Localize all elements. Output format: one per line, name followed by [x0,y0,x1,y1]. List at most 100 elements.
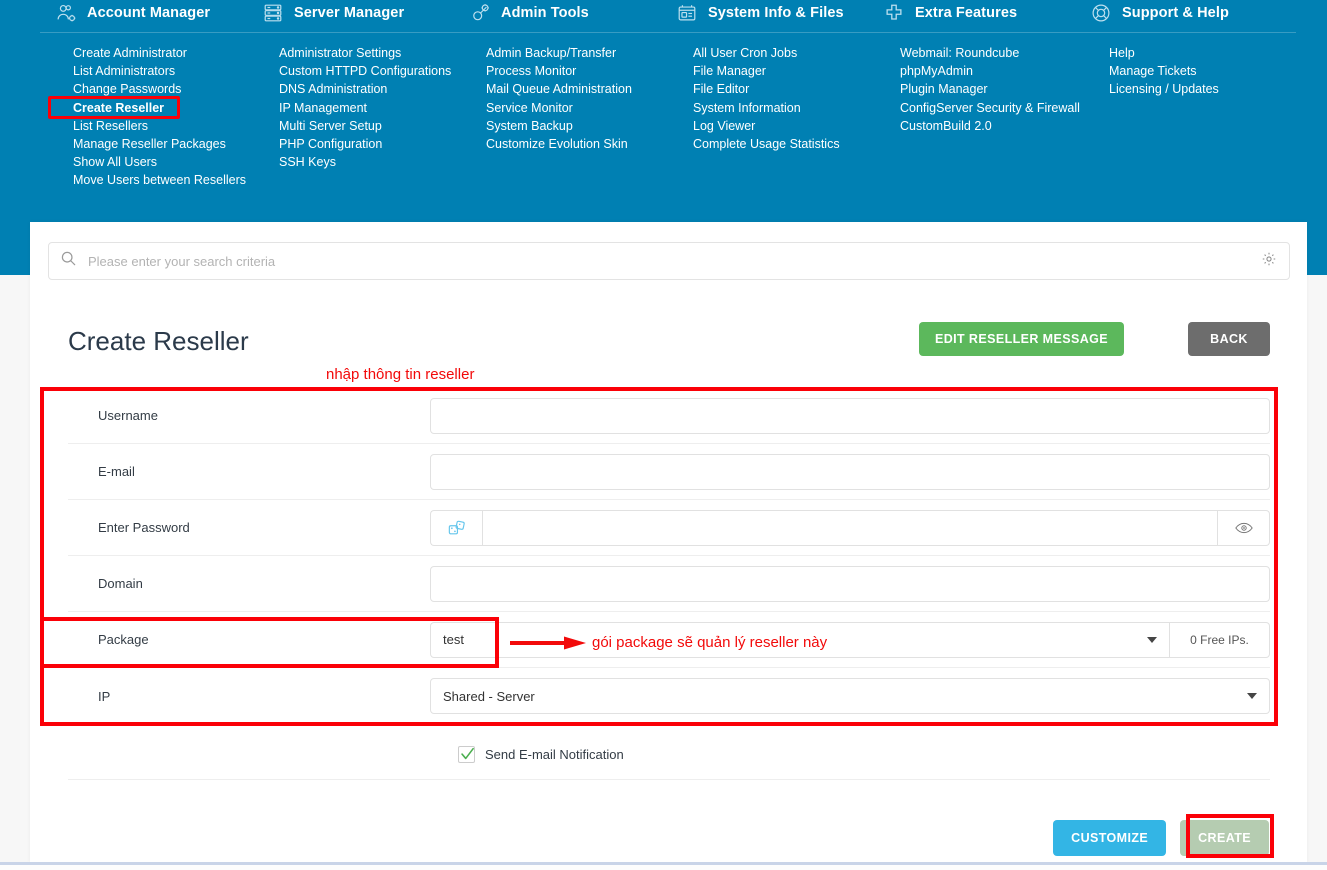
search-bar[interactable] [48,242,1290,280]
nav-item-service-monitor[interactable]: Service Monitor [486,99,632,117]
nav-item-customize-evolution-skin[interactable]: Customize Evolution Skin [486,135,632,153]
username-label: Username [98,408,158,423]
account-manager-icon [55,2,77,24]
admin-tools-icon [469,2,491,24]
create-button[interactable]: CREATE [1180,820,1269,856]
nav-group-label: Server Manager [294,5,405,21]
nav-item-create-reseller[interactable]: Create Reseller [73,99,246,117]
nav-item-custombuild-2-0[interactable]: CustomBuild 2.0 [900,117,1080,135]
nav-item-complete-usage-statistics[interactable]: Complete Usage Statistics [693,135,840,153]
page-card: Create Reseller EDIT RESELLER MESSAGE BA… [30,222,1307,862]
package-select[interactable]: test [430,621,1170,658]
domain-input[interactable] [430,565,1270,602]
nav-item-show-all-users[interactable]: Show All Users [73,153,246,171]
nav-column-3: All User Cron Jobs File Manager File Edito… [693,44,840,153]
nav-item-custom-httpd-configurations[interactable]: Custom HTTPD Configurations [279,62,451,80]
edit-reseller-message-button[interactable]: EDIT RESELLER MESSAGE [918,322,1124,356]
nav-item-ip-management[interactable]: IP Management [279,99,451,117]
nav-item-admin-backup-transfer[interactable]: Admin Backup/Transfer [486,44,632,62]
chevron-down-icon [1247,693,1257,699]
package-control: test 0 Free IPs. [430,621,1270,658]
nav-item-multi-server-setup[interactable]: Multi Server Setup [279,117,451,135]
nav-divider [40,32,1296,33]
ip-selected-value: Shared - Server [443,688,535,704]
gear-icon[interactable] [1261,251,1277,272]
send-email-checkbox[interactable] [458,746,475,763]
form-row-ip: IP Shared - Server [68,668,1270,724]
nav-item-configserver-security-firewall[interactable]: ConfigServer Security & Firewall [900,99,1080,117]
nav-item-list-resellers[interactable]: List Resellers [73,117,246,135]
password-label: Enter Password [98,520,190,535]
reseller-form: Username E-mail Enter Password Domain Pa… [68,388,1270,724]
nav-item-move-users-between-resellers[interactable]: Move Users between Resellers [73,171,246,189]
email-input[interactable] [430,453,1270,490]
nav-group-1[interactable]: Server Manager [262,2,404,24]
nav-item-log-viewer[interactable]: Log Viewer [693,117,840,135]
page-title: Create Reseller [68,326,249,356]
nav-group-2[interactable]: Admin Tools [469,2,589,24]
password-input[interactable] [482,509,1218,546]
nav-item-all-user-cron-jobs[interactable]: All User Cron Jobs [693,44,840,62]
nav-item-system-backup[interactable]: System Backup [486,117,632,135]
footer-buttons: CUSTOMIZE CREATE [1053,820,1269,856]
send-email-notification-row: Send E-mail Notification [68,730,1270,780]
nav-item-system-information[interactable]: System Information [693,99,840,117]
domain-label: Domain [98,576,143,591]
form-row-username: Username [68,388,1270,444]
nav-item-help[interactable]: Help [1109,44,1219,62]
nav-group-label: Account Manager [87,5,211,21]
nav-item-ssh-keys[interactable]: SSH Keys [279,153,451,171]
nav-column-4: Webmail: Roundcube phpMyAdmin Plugin Manag… [900,44,1080,135]
domain-control [430,565,1270,602]
nav-item-administrator-settings[interactable]: Administrator Settings [279,44,451,62]
nav-group-titles: Account Manager Server Manager Admin Tools… [0,0,1327,32]
nav-item-webmail-roundcube[interactable]: Webmail: Roundcube [900,44,1080,62]
send-email-label: Send E-mail Notification [485,747,624,762]
nav-group-0[interactable]: Account Manager [55,2,210,24]
nav-group-5[interactable]: Support & Help [1090,2,1229,24]
server-manager-icon [262,2,284,24]
eye-icon[interactable] [1218,509,1270,546]
nav-item-licensing-updates[interactable]: Licensing / Updates [1109,80,1219,98]
form-row-domain: Domain [68,556,1270,612]
nav-item-create-administrator[interactable]: Create Administrator [73,44,246,62]
search-icon [61,251,76,271]
nav-item-file-manager[interactable]: File Manager [693,62,840,80]
form-row-password: Enter Password [68,500,1270,556]
nav-item-mail-queue-administration[interactable]: Mail Queue Administration [486,80,632,98]
nav-column-1: Administrator Settings Custom HTTPD Confi… [279,44,451,171]
nav-item-plugin-manager[interactable]: Plugin Manager [900,80,1080,98]
send-email-notification-group[interactable]: Send E-mail Notification [458,746,624,763]
back-button[interactable]: BACK [1188,322,1270,356]
nav-item-dns-administration[interactable]: DNS Administration [279,80,451,98]
form-row-package: Package test 0 Free IPs. [68,612,1270,668]
title-row: Create Reseller EDIT RESELLER MESSAGE BA… [68,322,1270,370]
nav-item-manage-reseller-packages[interactable]: Manage Reseller Packages [73,135,246,153]
nav-group-3[interactable]: System Info & Files [676,2,844,24]
username-input[interactable] [430,397,1270,434]
extra-features-icon [883,2,905,24]
nav-item-list-administrators[interactable]: List Administrators [73,62,246,80]
nav-column-2: Admin Backup/Transfer Process Monitor Mail… [486,44,632,153]
search-input[interactable] [86,252,1261,270]
customize-button[interactable]: CUSTOMIZE [1053,820,1167,856]
nav-group-4[interactable]: Extra Features [883,2,1017,24]
free-ips-text: 0 Free IPs. [1170,621,1270,658]
nav-item-file-editor[interactable]: File Editor [693,80,840,98]
nav-item-php-configuration[interactable]: PHP Configuration [279,135,451,153]
nav-item-phpmyadmin[interactable]: phpMyAdmin [900,62,1080,80]
nav-item-process-monitor[interactable]: Process Monitor [486,62,632,80]
nav-group-label: Support & Help [1122,5,1229,21]
email-control [430,453,1270,490]
nav-item-change-passwords[interactable]: Change Passwords [73,80,246,98]
email-label: E-mail [98,464,135,479]
annotation-form-text: nhập thông tin reseller [326,366,475,383]
ip-select[interactable]: Shared - Server [430,678,1270,714]
dice-icon[interactable] [430,509,482,546]
package-label: Package [98,632,149,647]
nav-item-manage-tickets[interactable]: Manage Tickets [1109,62,1219,80]
nav-group-label: System Info & Files [708,5,844,21]
password-control [430,509,1270,546]
form-row-email: E-mail [68,444,1270,500]
password-input-group [430,509,1270,546]
